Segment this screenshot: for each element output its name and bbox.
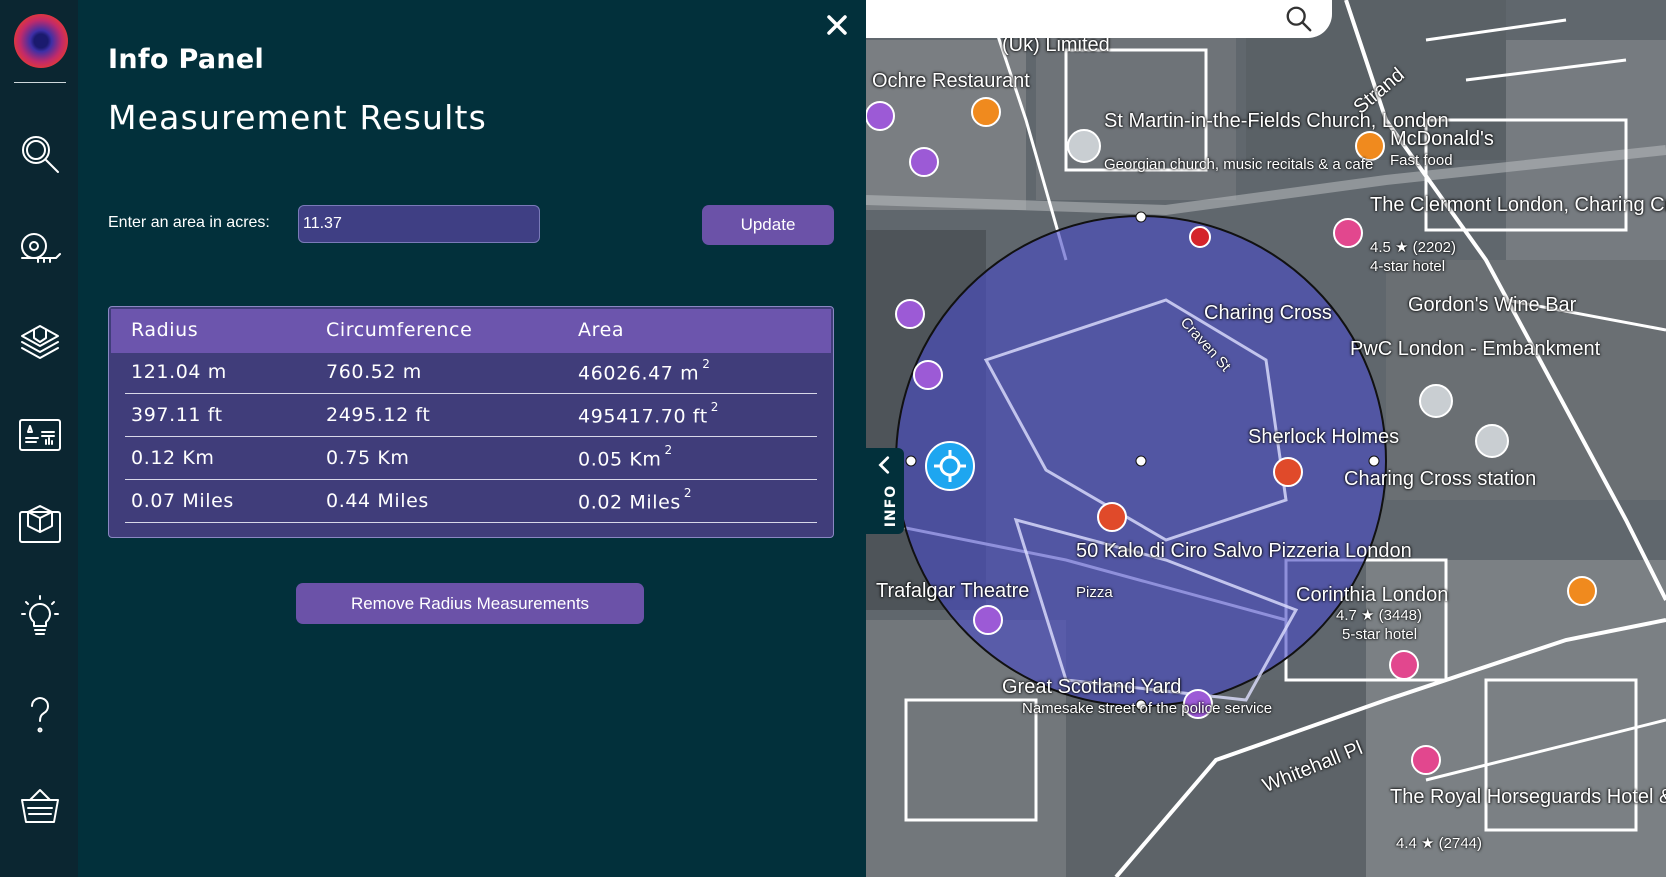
area-value: 495417.70 ft <box>578 405 708 428</box>
map-label: Pizza <box>1076 584 1113 601</box>
area-superscript: 2 <box>664 443 673 457</box>
info-panel: Info Panel Measurement Results Enter an … <box>78 0 866 877</box>
cell-area: 46026.47 m2 <box>578 357 710 385</box>
basket-icon[interactable] <box>14 780 66 832</box>
dashboard-icon[interactable] <box>14 408 66 460</box>
page-title: Measurement Results <box>108 98 488 137</box>
circle-handle-left <box>905 455 917 467</box>
cell-area: 0.02 Miles 2 <box>578 486 692 514</box>
remove-radius-measurements-button[interactable]: Remove Radius Measurements <box>296 583 644 624</box>
map-label: 50 Kalo di Ciro Salvo Pizzeria London <box>1076 540 1412 562</box>
info-panel-toggle[interactable]: INFO <box>866 448 904 534</box>
search-icon[interactable] <box>14 128 66 180</box>
map-label: 5-star hotel <box>1342 626 1418 643</box>
cell-radius: 0.12 Km <box>131 447 215 469</box>
panel-title: Info Panel <box>108 44 265 75</box>
area-superscript: 2 <box>702 357 711 371</box>
map-label: The Clermont London, Charing Cross <box>1370 194 1666 216</box>
cell-radius: 121.04 m <box>131 361 227 383</box>
map-label: Trafalgar Theatre <box>876 580 1030 602</box>
search-icon <box>1286 6 1312 32</box>
help-icon[interactable] <box>14 688 66 740</box>
map-label: PwC London - Embankment <box>1350 338 1601 360</box>
app-logo[interactable] <box>14 14 68 68</box>
header-circumference: Circumference <box>326 319 473 341</box>
map-label: Sherlock Holmes <box>1248 426 1400 448</box>
map-label: 4-star hotel <box>1370 258 1446 275</box>
map-label: Ochre Restaurant <box>872 70 1030 92</box>
cell-area: 495417.70 ft 2 <box>578 400 719 428</box>
measurement-results-table: Radius Circumference Area 121.04 m 760.5… <box>108 306 834 538</box>
map-label: 4.7 ★ (3448) <box>1336 607 1422 624</box>
cell-radius: 0.07 Miles <box>131 490 234 512</box>
area-superscript: 2 <box>683 486 693 500</box>
cell-area: 0.05 Km 2 <box>578 443 673 471</box>
circle-handle-top <box>1135 211 1147 223</box>
update-button[interactable]: Update <box>702 205 834 245</box>
header-radius: Radius <box>131 319 199 341</box>
row-divider <box>125 522 817 523</box>
map-label: Georgian church, music recitals & a cafe <box>1104 156 1374 173</box>
map-label: Namesake street of the police service <box>1022 700 1273 717</box>
cell-circumference: 0.75 Km <box>326 447 410 469</box>
map-label: The Royal Horseguards Hotel & One Whiteh… <box>1390 786 1666 808</box>
row-divider <box>125 479 817 480</box>
table-header: Radius Circumference Area <box>111 309 831 353</box>
location-marker-icon <box>925 441 975 491</box>
area-value: 0.05 Km <box>578 448 662 471</box>
lightbulb-icon[interactable] <box>14 592 66 644</box>
area-value: 0.02 Miles <box>578 491 681 514</box>
area-acres-input[interactable] <box>298 205 540 243</box>
map-view[interactable]: (Uk) Limited Ochre Restaurant St Martin-… <box>866 0 1666 877</box>
circle-center-handle <box>1135 455 1147 467</box>
3d-model-icon[interactable] <box>14 498 66 550</box>
map-label: 4.5 ★ (2202) <box>1370 239 1456 256</box>
cell-circumference: 760.52 m <box>326 361 422 383</box>
cell-circumference: 2495.12 ft <box>326 404 431 426</box>
cell-circumference: 0.44 Miles <box>326 490 429 512</box>
map-label: 4.4 ★ (2744) <box>1396 835 1482 852</box>
close-icon <box>827 15 847 35</box>
close-button[interactable] <box>822 10 852 40</box>
map-label: Fast food <box>1390 152 1453 169</box>
row-divider <box>125 436 817 437</box>
cell-radius: 397.11 ft <box>131 404 223 426</box>
area-value: 46026.47 m <box>578 362 700 385</box>
circle-handle-right <box>1368 455 1380 467</box>
left-sidebar <box>0 0 78 877</box>
map-label: Corinthia London <box>1296 584 1449 606</box>
header-area: Area <box>578 319 625 341</box>
row-divider <box>125 393 817 394</box>
area-superscript: 2 <box>710 400 720 414</box>
map-label: Charing Cross <box>1204 302 1332 324</box>
map-label: Charing Cross station <box>1344 468 1537 490</box>
info-tab-label: INFO <box>883 484 900 528</box>
sidebar-divider <box>14 82 66 83</box>
map-label: Gordon's Wine Bar <box>1408 294 1577 316</box>
map-search-bar[interactable] <box>866 0 1332 38</box>
map-label: McDonald's <box>1390 128 1494 150</box>
chevron-left-icon <box>878 456 890 474</box>
layers-icon[interactable] <box>14 316 66 368</box>
area-input-label: Enter an area in acres: <box>108 214 270 231</box>
map-label: Great Scotland Yard <box>1002 676 1182 698</box>
measure-tape-icon[interactable] <box>14 222 66 274</box>
map-search-button[interactable] <box>1282 2 1316 36</box>
